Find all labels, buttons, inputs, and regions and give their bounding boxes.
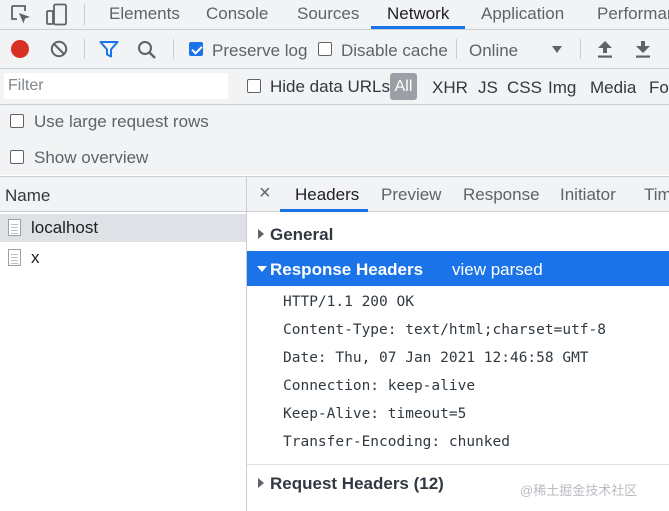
- large-rows-checkbox[interactable]: [10, 114, 24, 128]
- type-filter-font[interactable]: Font: [649, 78, 669, 98]
- network-settings: Use large request rows Show overview: [0, 105, 669, 175]
- toolbar-divider: [84, 4, 85, 25]
- header-line-status: HTTP/1.1 200 OK: [283, 294, 414, 310]
- preserve-log-checkbox[interactable]: [189, 42, 203, 56]
- tab-headers[interactable]: Headers: [295, 185, 359, 205]
- header-line-date: Date: Thu, 07 Jan 2021 12:46:58 GMT: [283, 350, 589, 366]
- download-icon[interactable]: [635, 40, 651, 59]
- document-icon: [8, 219, 21, 236]
- toolbar-divider: [84, 39, 85, 59]
- toolbar-divider: [456, 39, 457, 59]
- active-tab-indicator: [280, 209, 368, 212]
- response-headers-title[interactable]: Response Headers: [270, 260, 423, 280]
- name-column-header[interactable]: Name: [0, 177, 246, 212]
- name-column-label: Name: [5, 186, 51, 205]
- request-name: localhost: [31, 218, 99, 237]
- tab-network[interactable]: Network: [387, 0, 449, 29]
- tab-preview[interactable]: Preview: [381, 185, 441, 205]
- search-icon[interactable]: [137, 40, 157, 60]
- tab-performance[interactable]: Performance: [597, 0, 669, 29]
- preserve-log-label[interactable]: Preserve log: [212, 41, 307, 61]
- view-parsed-link[interactable]: view parsed: [452, 260, 543, 280]
- request-row-x[interactable]: x: [0, 244, 246, 272]
- expand-triangle-icon[interactable]: [258, 229, 264, 239]
- toolbar-divider: [173, 39, 174, 59]
- header-line-content-type: Content-Type: text/html;charset=utf-8: [283, 322, 607, 338]
- request-name: x: [31, 248, 40, 267]
- detail-tab-bar: × Headers Preview Response Initiator Tim…: [247, 177, 669, 212]
- tab-sources[interactable]: Sources: [297, 0, 359, 29]
- tab-elements[interactable]: Elements: [109, 0, 180, 29]
- large-rows-label[interactable]: Use large request rows: [34, 112, 209, 132]
- tab-timing[interactable]: Timing: [644, 185, 669, 205]
- clear-icon[interactable]: [50, 40, 68, 58]
- hide-data-urls-checkbox[interactable]: [247, 79, 261, 93]
- type-filter-img[interactable]: Img: [548, 78, 576, 98]
- section-divider: [247, 464, 669, 465]
- toolbar-divider: [580, 39, 581, 59]
- header-line-keep-alive: Keep-Alive: timeout=5: [283, 406, 467, 422]
- expand-triangle-icon[interactable]: [258, 478, 264, 488]
- device-toolbar-icon[interactable]: [45, 3, 69, 26]
- tab-initiator[interactable]: Initiator: [560, 185, 616, 205]
- response-headers-section[interactable]: Response Headers view parsed: [247, 251, 669, 286]
- upload-icon[interactable]: [597, 40, 613, 59]
- disable-cache-checkbox[interactable]: [318, 42, 332, 56]
- filter-bar: Hide data URLs XHR JS CSS Img Media Font: [0, 69, 669, 104]
- close-icon[interactable]: ×: [259, 182, 271, 205]
- type-filter-xhr[interactable]: XHR: [432, 78, 468, 98]
- show-overview-checkbox[interactable]: [10, 150, 24, 164]
- document-icon: [8, 249, 21, 266]
- chevron-down-icon[interactable]: [552, 46, 562, 53]
- header-line-connection: Connection: keep-alive: [283, 378, 476, 394]
- request-row-localhost[interactable]: localhost: [0, 214, 246, 242]
- filter-icon[interactable]: [99, 40, 119, 59]
- collapse-triangle-icon[interactable]: [257, 266, 267, 272]
- tab-console[interactable]: Console: [206, 0, 268, 29]
- tab-response[interactable]: Response: [463, 185, 540, 205]
- type-filter-media[interactable]: Media: [590, 78, 636, 98]
- network-toolbar: Preserve log Disable cache Online: [0, 30, 669, 68]
- request-headers-title[interactable]: Request Headers (12): [270, 474, 444, 494]
- record-icon[interactable]: [11, 40, 29, 58]
- devtools-tab-bar: Elements Console Sources Network Applica…: [0, 0, 669, 29]
- header-line-transfer-encoding: Transfer-Encoding: chunked: [283, 434, 510, 450]
- general-section-title[interactable]: General: [270, 225, 333, 245]
- show-overview-label[interactable]: Show overview: [34, 148, 148, 168]
- filter-input[interactable]: [4, 73, 228, 99]
- type-filter-js[interactable]: JS: [478, 78, 498, 98]
- watermark: @稀土掘金技术社区: [520, 483, 638, 498]
- hide-data-urls-label[interactable]: Hide data URLs: [270, 77, 390, 97]
- tab-application[interactable]: Application: [481, 0, 564, 29]
- type-filter-all[interactable]: All: [390, 73, 417, 100]
- throttling-select[interactable]: Online: [469, 41, 518, 61]
- disable-cache-label[interactable]: Disable cache: [341, 41, 448, 61]
- request-list: Name localhost x: [0, 177, 247, 511]
- request-detail-pane: × Headers Preview Response Initiator Tim…: [247, 177, 669, 511]
- type-filter-css[interactable]: CSS: [507, 78, 542, 98]
- inspect-element-icon[interactable]: [10, 4, 32, 26]
